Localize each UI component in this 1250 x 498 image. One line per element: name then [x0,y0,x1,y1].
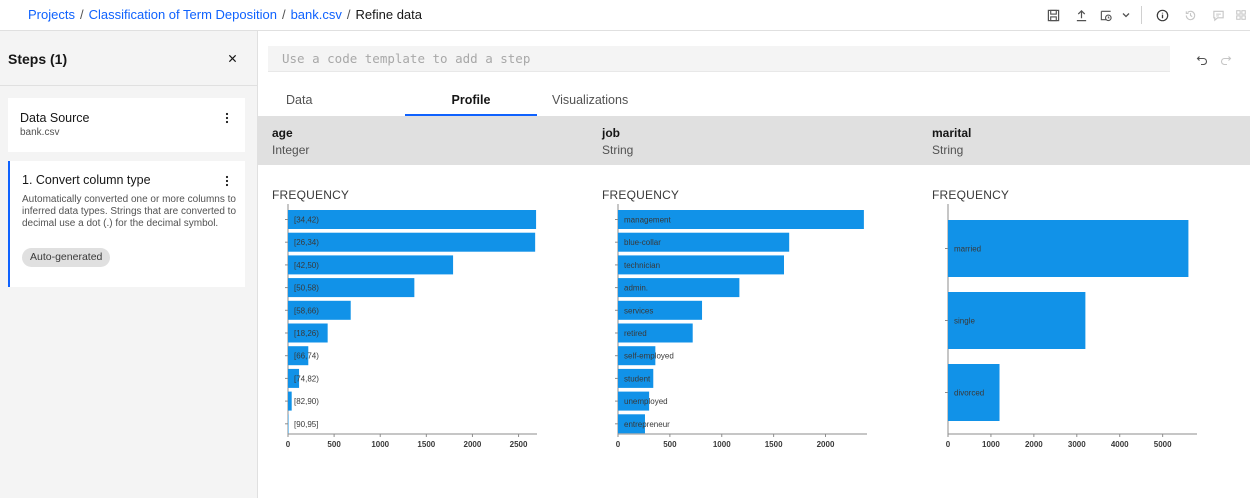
step-title: Data Source [20,111,90,125]
top-header: Projects / Classification of Term Depositi… [0,0,1250,31]
category-label: married [954,245,981,254]
category-label: divorced [954,389,984,398]
column-name-job: job [602,126,620,140]
x-tick-label: 1000 [713,440,731,449]
breadcrumb: Projects / Classification of Term Depositi… [28,7,422,22]
column-name-age: age [272,126,293,140]
x-tick-label: 0 [946,440,951,449]
category-label: management [624,216,671,225]
upload-icon[interactable] [1067,4,1095,26]
step-subtitle: bank.csv [20,127,60,138]
category-label: services [624,306,653,315]
category-label: [18,26) [294,329,319,338]
breadcrumb-file[interactable]: bank.csv [291,7,342,22]
tab-data[interactable]: Data [286,86,312,116]
toolbar [1039,4,1250,26]
x-tick-label: 1000 [371,440,389,449]
step-data-source[interactable]: Data Source bank.csv [8,98,245,152]
history-icon[interactable] [1176,4,1204,26]
category-label: single [954,317,975,326]
x-tick-label: 1000 [982,440,1000,449]
category-label: entrepreneur [624,420,670,429]
category-label: unemployed [624,397,668,406]
tab-visualizations[interactable]: Visualizations [552,86,628,116]
chart-marital-frequency: FREQUENCY married single divorced 0 1000 2000… [932,186,1232,456]
x-tick-label: 2500 [510,440,528,449]
step-convert-column-type[interactable]: 1. Convert column type Automatically con… [8,161,245,287]
bar [288,232,536,252]
x-tick-label: 0 [286,440,291,449]
chevron-down-icon[interactable] [1117,4,1135,26]
step-title: 1. Convert column type [22,173,151,187]
column-header-row: age Integer job String marital String [258,116,1250,165]
tab-profile[interactable]: Profile [405,86,537,116]
steps-header: Steps (1) [0,31,257,86]
category-label: [90,95] [294,420,318,429]
breadcrumb-projects[interactable]: Projects [28,7,75,22]
category-label: [26,34) [294,238,319,247]
category-label: [50,58) [294,284,319,293]
category-label: [58,66) [294,306,319,315]
bar-chart-age: [34,42) [26,34) [42,50) [50,58) [58,66) [18,2… [285,204,537,449]
x-tick-label: 5000 [1154,440,1172,449]
bar-chart-job: management blue-collar technician admin. ser… [615,204,867,449]
chart-job-frequency: FREQUENCY management blue-collar technicia… [602,186,902,456]
breadcrumb-current: Refine data [355,7,423,22]
bar [948,220,1189,277]
x-tick-label: 0 [616,440,621,449]
settings-icon[interactable] [1232,4,1250,26]
chart-age-frequency: FREQUENCY [34,42) [26,34) [42,50) [50,58) [5… [272,186,572,456]
x-tick-label: 1500 [417,440,435,449]
category-label: blue-collar [624,238,661,247]
breadcrumb-project[interactable]: Classification of Term Deposition [89,7,277,22]
redo-icon[interactable] [1218,52,1234,68]
undo-icon[interactable] [1194,52,1210,68]
overflow-menu-icon[interactable] [220,173,234,189]
category-label: student [624,374,651,383]
x-tick-label: 3000 [1068,440,1086,449]
x-tick-label: 2000 [817,440,835,449]
x-tick-label: 4000 [1111,440,1129,449]
x-tick-label: 2000 [464,440,482,449]
view-tabs: Data Profile Visualizations [258,86,678,116]
breadcrumb-separator: / [79,7,84,22]
bar [288,391,292,411]
x-tick-label: 500 [327,440,341,449]
category-label: [34,42) [294,216,319,225]
steps-panel: Steps (1) Data Source bank.csv 1. Conver… [0,31,258,498]
category-label: [82,90) [294,397,319,406]
x-tick-label: 1500 [765,440,783,449]
info-icon[interactable] [1148,4,1176,26]
toolbar-divider [1141,6,1142,24]
column-type-marital: String [932,143,964,157]
bar [288,210,537,229]
breadcrumb-separator: / [281,7,286,22]
overflow-menu-icon[interactable] [220,110,234,126]
close-icon[interactable] [223,49,241,67]
step-description: Automatically converted one or more colu… [22,194,237,229]
schedule-icon[interactable] [1095,4,1117,26]
code-template-input[interactable] [268,46,1170,72]
x-tick-label: 500 [663,440,677,449]
breadcrumb-separator: / [346,7,351,22]
category-label: [42,50) [294,261,319,270]
category-label: retired [624,329,647,338]
category-label: technician [624,261,660,270]
column-type-age: Integer [272,143,310,157]
category-label: [66,74) [294,352,319,361]
save-icon[interactable] [1039,4,1067,26]
category-label: [74,82) [294,374,319,383]
column-name-marital: marital [932,126,972,140]
column-type-job: String [602,143,634,157]
x-tick-label: 2000 [1025,440,1043,449]
category-label: admin. [624,284,648,293]
bar-chart-marital: married single divorced 0 1000 2000 3000 4000 50… [945,204,1197,449]
steps-title: Steps (1) [8,51,68,67]
comment-icon[interactable] [1204,4,1232,26]
category-label: self-employed [624,352,674,361]
auto-generated-tag: Auto-generated [22,248,111,267]
